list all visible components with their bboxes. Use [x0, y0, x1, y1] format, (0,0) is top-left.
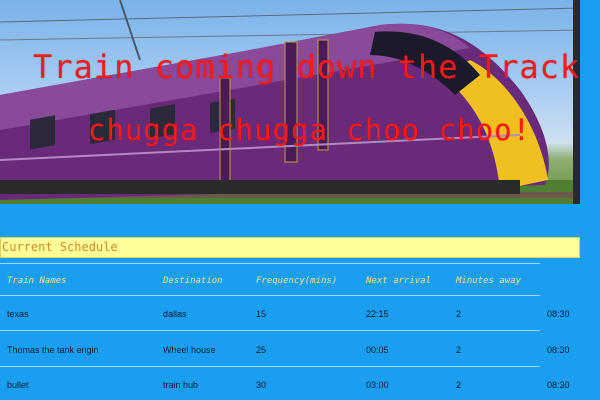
- cell-next-arrival: 03:00: [366, 380, 389, 390]
- cell-frequency: 30: [256, 380, 267, 390]
- cell-destination: dallas: [163, 309, 187, 319]
- cell-frequency: 25: [256, 345, 267, 355]
- cell-extra-time: 08:30: [547, 380, 570, 390]
- cell-extra-time: 08:30: [547, 309, 570, 319]
- column-header-minutes-away: Minutes away: [456, 276, 522, 286]
- cell-destination: train hub: [163, 380, 199, 390]
- column-header-next-arrival: Next arrival: [366, 276, 432, 286]
- cell-minutes-away: 2: [456, 380, 462, 390]
- column-header-destination: Destination: [163, 276, 223, 286]
- column-header-frequency: Frequency(mins): [256, 276, 338, 286]
- hero-banner: Train coming down the Track! chugga chug…: [0, 0, 580, 204]
- cell-train-name: bullet: [7, 380, 29, 390]
- cell-train-name: Thomas the tank engin: [7, 345, 99, 355]
- headline-line-2: chugga chugga choo choo!: [88, 113, 532, 147]
- headline-line-1: Train coming down the Track!: [33, 48, 580, 86]
- cell-minutes-away: 2: [456, 345, 462, 355]
- cell-frequency: 15: [256, 309, 267, 319]
- train-photo: [0, 0, 580, 204]
- cell-train-name: texas: [7, 309, 29, 319]
- cell-minutes-away: 2: [456, 309, 462, 319]
- cell-destination: Wheel house: [163, 345, 216, 355]
- schedule-title: Current Schedule: [2, 240, 118, 254]
- table-divider: [0, 330, 540, 331]
- schedule-panel-heading: Current Schedule: [0, 237, 580, 258]
- table-divider: [0, 366, 540, 367]
- column-header-train-names: Train Names: [7, 276, 67, 286]
- cell-extra-time: 08:30: [547, 345, 570, 355]
- table-divider: [0, 295, 540, 296]
- hero-edge: [573, 0, 580, 204]
- cell-next-arrival: 00:05: [366, 345, 389, 355]
- cell-next-arrival: 22:15: [366, 309, 389, 319]
- table-divider: [0, 263, 540, 264]
